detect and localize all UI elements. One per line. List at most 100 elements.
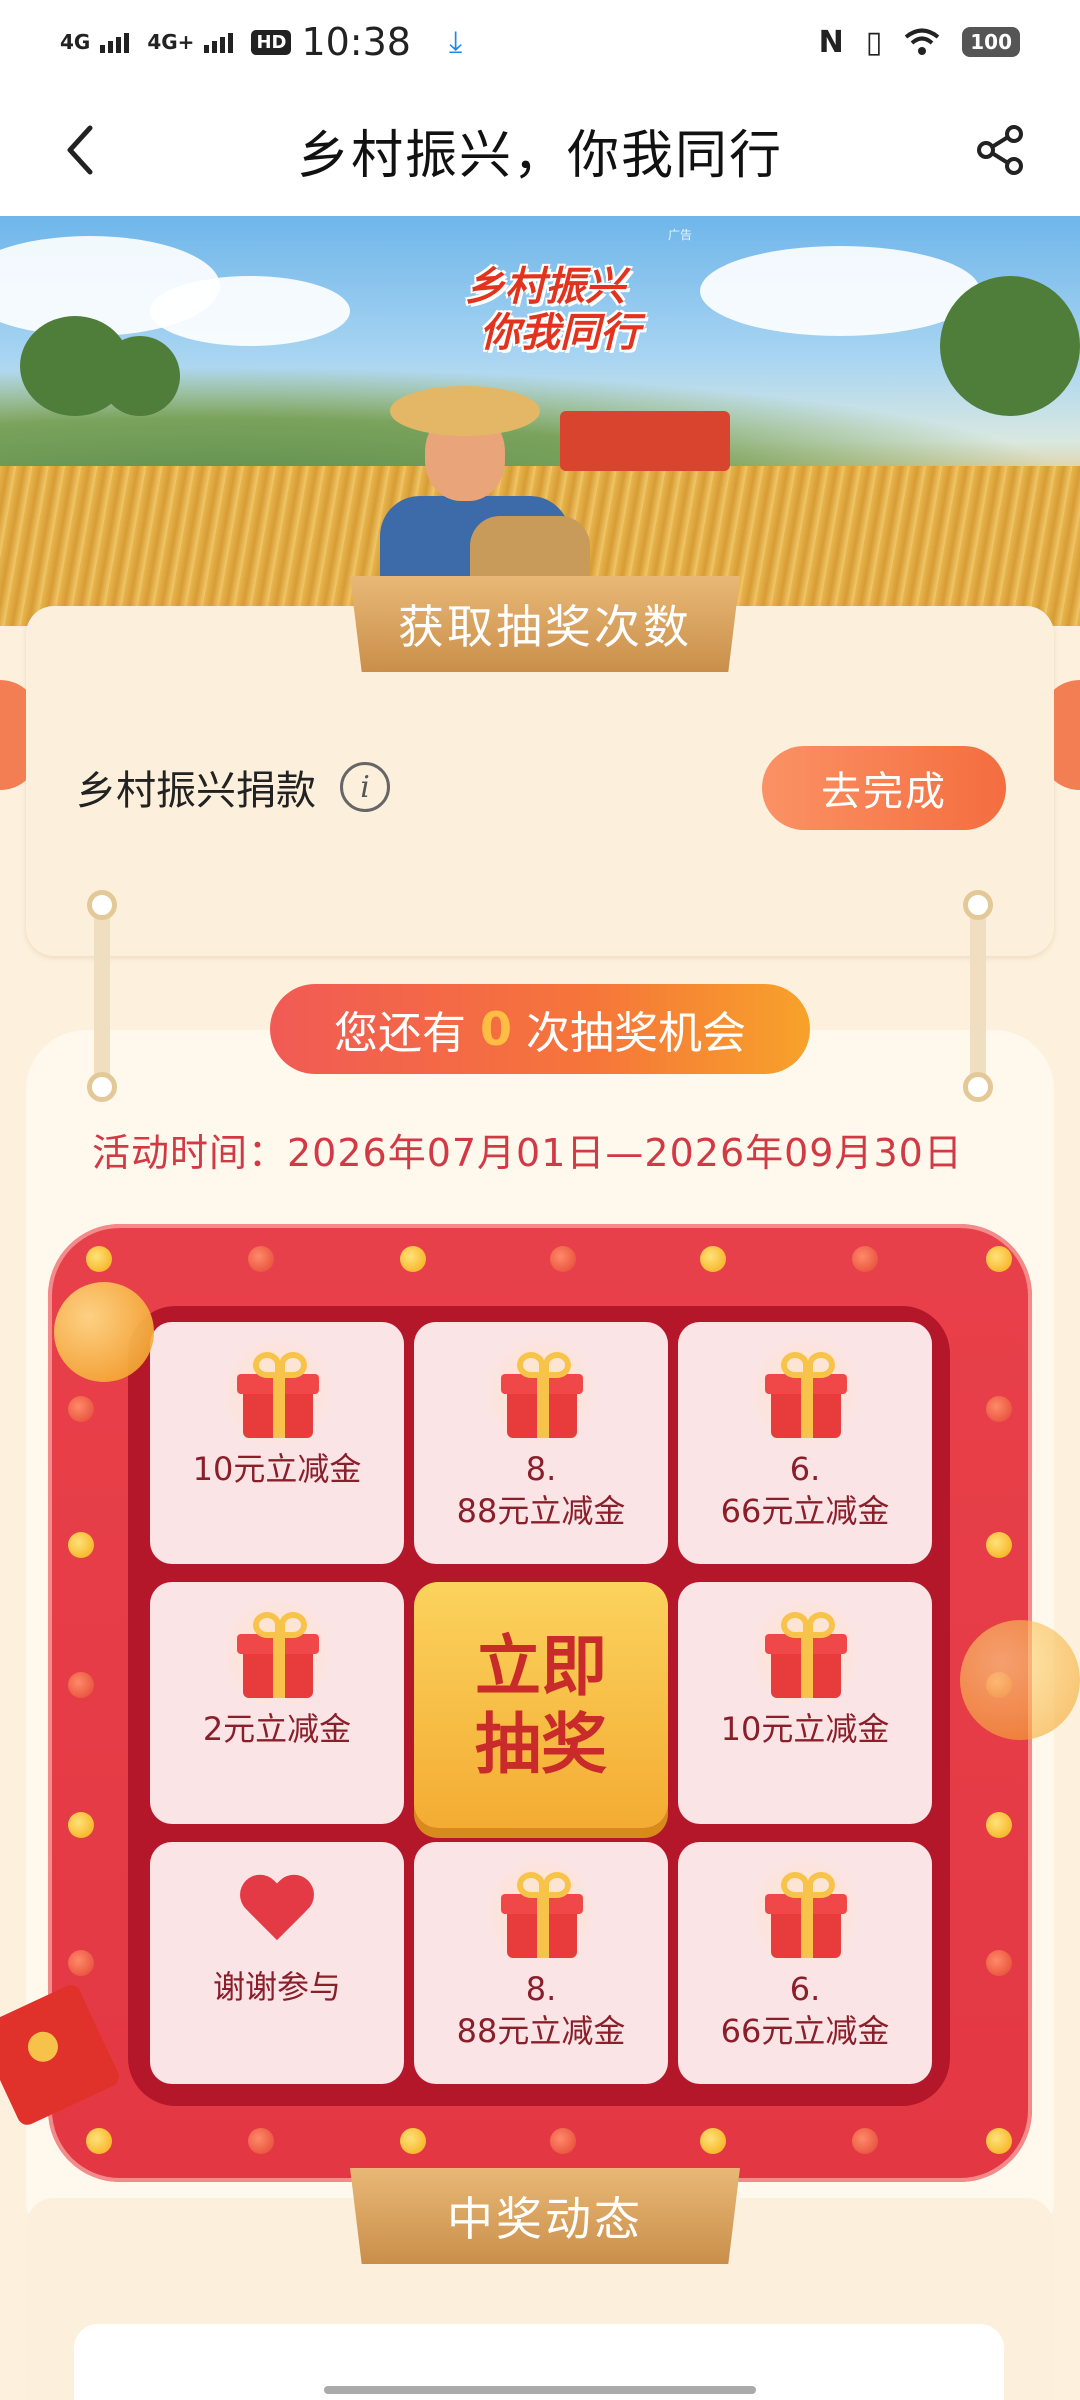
bulb-light: [68, 1532, 94, 1558]
chances-prefix: 您还有: [333, 1008, 466, 1059]
bulb-light: [700, 2128, 726, 2154]
bulb-light: [550, 1246, 576, 1272]
bulb-light: [68, 1812, 94, 1838]
gift-icon: [483, 1334, 599, 1450]
bulb-light: [986, 1950, 1012, 1976]
bulb-light: [700, 1246, 726, 1272]
network-type-1: 4G: [60, 30, 91, 54]
bulb-light: [400, 2128, 426, 2154]
bulb-light: [986, 1396, 1012, 1422]
banner-title-line1: 乡村振兴: [465, 263, 625, 310]
coin-decoration: [54, 1282, 154, 1382]
prize-cell: 2元立减金: [150, 1582, 404, 1824]
download-icon: ⤓: [448, 24, 463, 60]
cloud-shape: [700, 246, 980, 336]
bulb-light: [852, 2128, 878, 2154]
back-button[interactable]: [50, 120, 110, 180]
go-complete-button[interactable]: 去完成: [762, 746, 1006, 830]
bulb-light: [986, 2128, 1012, 2154]
banner-title: 乡村振兴 你我同行: [390, 264, 700, 356]
rope-knob: [963, 1072, 993, 1102]
rope-knob: [963, 890, 993, 920]
status-time: 10:38: [301, 20, 411, 64]
status-bar: 4G 4G+ HD 10:38 ⤓ N ▯ 100: [0, 0, 1080, 84]
prize-label: 8. 88元立减金: [456, 1970, 626, 2050]
gift-icon: [219, 1594, 335, 1710]
gift-icon: [747, 1594, 863, 1710]
bulb-light: [248, 2128, 274, 2154]
signal-icon-1: [100, 31, 130, 53]
heart-icon: [237, 1876, 317, 1948]
bulb-light: [86, 2128, 112, 2154]
banner-title-line2: 你我同行: [480, 309, 640, 356]
prize-cell: 10元立减金: [678, 1582, 932, 1824]
activity-time: 活动时间：2026年07月01日—2026年09月30日: [92, 1131, 963, 1175]
prize-cell: 10元立减金: [150, 1322, 404, 1564]
bulb-light: [986, 1532, 1012, 1558]
prize-cell: 6. 66元立减金: [678, 1322, 932, 1564]
tree-shape: [100, 336, 180, 416]
prize-label: 2元立减金: [202, 1710, 352, 1748]
rope-right: [970, 900, 986, 1090]
tree-shape: [940, 276, 1080, 416]
network-type-2: 4G+: [147, 30, 195, 54]
prize-cell: 谢谢参与: [150, 1842, 404, 2084]
prize-cell: 6. 66元立减金: [678, 1842, 932, 2084]
bulb-light: [550, 2128, 576, 2154]
gift-icon: [747, 1334, 863, 1450]
draw-button-line1: 立即: [475, 1627, 607, 1705]
nav-bar: 乡村振兴，你我同行: [0, 84, 1080, 216]
chances-suffix: 次抽奖机会: [526, 1008, 746, 1059]
bulb-light: [986, 1246, 1012, 1272]
bulb-light: [986, 1812, 1012, 1838]
info-icon[interactable]: i: [340, 762, 390, 812]
rope-knob: [87, 890, 117, 920]
ad-tag: 广告: [668, 228, 693, 242]
hero-banner[interactable]: 广告 乡村振兴 你我同行: [0, 216, 1080, 626]
bulb-light: [68, 1950, 94, 1976]
bulb-light: [86, 1246, 112, 1272]
bulb-light: [248, 1246, 274, 1272]
draw-button-line2: 抽奖: [475, 1705, 607, 1783]
chevron-left-icon: [67, 125, 93, 175]
share-button[interactable]: [970, 120, 1030, 180]
nfc-icon: N: [818, 24, 844, 60]
prize-label: 谢谢参与: [212, 1968, 341, 2006]
prize-label: 6. 66元立减金: [720, 1970, 890, 2050]
gift-icon: [483, 1854, 599, 1970]
harvester-illustration: [560, 411, 730, 471]
signal-icon-2: [204, 31, 234, 53]
farmer-hat: [390, 386, 540, 436]
status-left: 4G 4G+ HD 10:38 ⤓: [60, 20, 462, 64]
prize-label: 10元立减金: [720, 1710, 890, 1748]
prize-label: 6. 66元立减金: [720, 1450, 890, 1530]
cloud-shape: [150, 276, 350, 346]
gift-icon: [747, 1854, 863, 1970]
page-title: 乡村振兴，你我同行: [296, 125, 783, 186]
share-icon: [977, 125, 1023, 175]
coin-decoration: [960, 1620, 1080, 1740]
task-label: 乡村振兴捐款: [76, 768, 316, 814]
rope-knob: [87, 1072, 117, 1102]
rope-left: [94, 900, 110, 1090]
home-indicator[interactable]: [324, 2386, 756, 2394]
bulb-light: [400, 1246, 426, 1272]
vibrate-icon: ▯: [865, 24, 883, 60]
winners-section-ribbon: 中奖动态: [350, 2168, 740, 2264]
prize-cell: 8. 88元立减金: [414, 1322, 668, 1564]
battery-icon: 100: [962, 27, 1020, 57]
chances-count: 0: [479, 1002, 512, 1056]
prize-label: 10元立减金: [192, 1450, 362, 1488]
bulb-light: [852, 1246, 878, 1272]
gift-icon: [219, 1334, 335, 1450]
wifi-icon: [904, 28, 940, 55]
prize-cell: 8. 88元立减金: [414, 1842, 668, 2084]
task-section-ribbon: 获取抽奖次数: [350, 576, 740, 672]
draw-now-button[interactable]: 立即 抽奖: [414, 1582, 668, 1828]
hd-icon: HD: [251, 29, 292, 55]
remaining-chances-pill: 您还有 0 次抽奖机会: [270, 984, 810, 1074]
prize-label: 8. 88元立减金: [456, 1450, 626, 1530]
status-right: N ▯ 100: [819, 25, 1020, 60]
bulb-light: [68, 1672, 94, 1698]
bulb-light: [68, 1396, 94, 1422]
